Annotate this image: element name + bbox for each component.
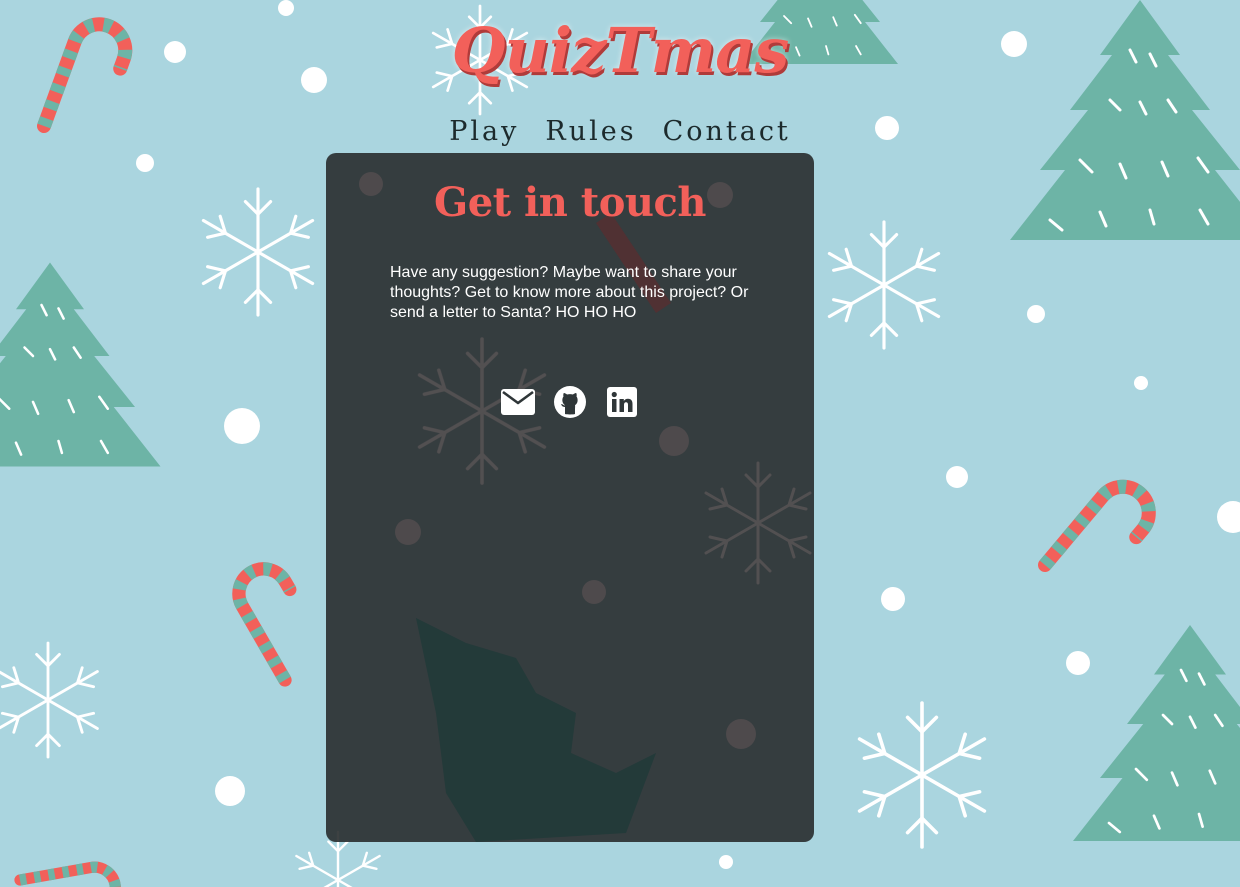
social-links <box>326 385 814 419</box>
envelope-icon[interactable] <box>501 385 535 419</box>
nav-rules[interactable]: Rules <box>545 116 636 147</box>
site-title: QuizTmas <box>451 14 790 87</box>
main-nav: Play Rules Contact <box>0 116 1240 147</box>
nav-play[interactable]: Play <box>449 116 519 147</box>
card-background-art <box>359 172 812 842</box>
contact-message: Have any suggestion? Maybe want to share… <box>390 264 749 321</box>
contact-card: Get in touch Have any suggestion? Maybe … <box>326 153 814 842</box>
contact-title: Get in touch <box>434 179 706 226</box>
github-icon[interactable] <box>553 385 587 419</box>
nav-contact[interactable]: Contact <box>663 116 791 147</box>
linkedin-icon[interactable] <box>605 385 639 419</box>
